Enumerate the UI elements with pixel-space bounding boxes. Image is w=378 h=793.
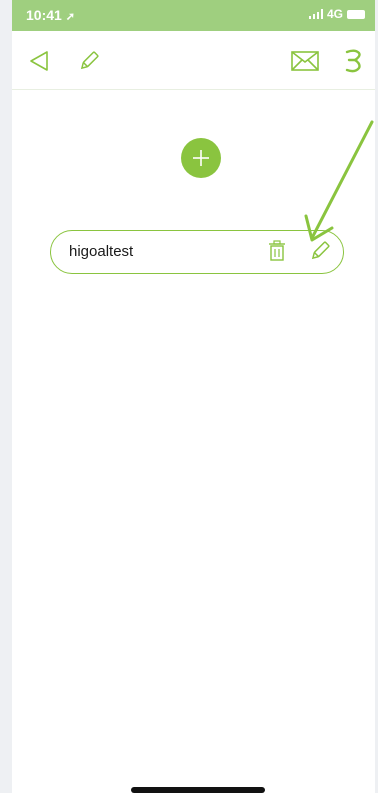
list-item[interactable]: higoaltest bbox=[50, 230, 344, 274]
nav-header bbox=[12, 31, 375, 90]
add-item-button[interactable] bbox=[181, 138, 221, 178]
phone-screen: 10:41 ➚ 4G higoaltest bbox=[12, 0, 375, 793]
annotation-arrow bbox=[304, 120, 374, 242]
pencil-icon[interactable] bbox=[78, 50, 100, 72]
signal-icon bbox=[308, 9, 323, 19]
status-bar: 10:41 ➚ 4G bbox=[12, 0, 375, 31]
status-time-text: 10:41 bbox=[26, 7, 62, 23]
network-label: 4G bbox=[326, 7, 343, 21]
battery-icon bbox=[347, 9, 365, 19]
home-indicator bbox=[131, 787, 265, 793]
menu-icon[interactable] bbox=[343, 48, 365, 74]
status-indicators: 4G bbox=[308, 7, 365, 21]
list-item-label: higoaltest bbox=[69, 243, 134, 260]
trash-icon[interactable] bbox=[267, 240, 287, 262]
back-triangle-icon[interactable] bbox=[28, 50, 50, 72]
mail-icon[interactable] bbox=[291, 50, 319, 72]
status-time: 10:41 ➚ bbox=[26, 7, 75, 23]
location-arrow-icon: ➚ bbox=[65, 11, 75, 23]
plus-icon bbox=[193, 150, 209, 166]
